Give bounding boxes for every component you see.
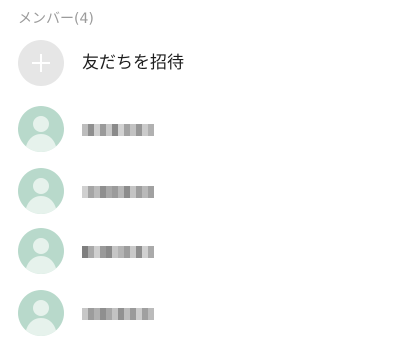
invite-friends-label: 友だちを招待	[82, 53, 184, 73]
member-name-pixelated	[82, 186, 154, 198]
person-silhouette-icon	[25, 178, 57, 214]
member-name-pixelated	[82, 124, 154, 136]
member-row[interactable]	[0, 168, 400, 224]
member-name-pixelated	[82, 246, 154, 258]
default-avatar-icon	[18, 106, 64, 152]
member-row[interactable]	[0, 290, 400, 346]
member-name-pixelated	[82, 308, 154, 320]
default-avatar-icon	[18, 290, 64, 336]
member-row[interactable]	[0, 228, 400, 284]
person-silhouette-icon	[25, 238, 57, 274]
member-row[interactable]	[0, 106, 400, 162]
person-silhouette-icon	[25, 300, 57, 336]
plus-icon	[32, 54, 50, 72]
default-avatar-icon	[18, 168, 64, 214]
invite-friends-row[interactable]: 友だちを招待	[0, 40, 400, 96]
members-section-header: メンバー(4)	[18, 11, 94, 27]
person-silhouette-icon	[25, 116, 57, 152]
invite-avatar	[18, 40, 64, 86]
default-avatar-icon	[18, 228, 64, 274]
